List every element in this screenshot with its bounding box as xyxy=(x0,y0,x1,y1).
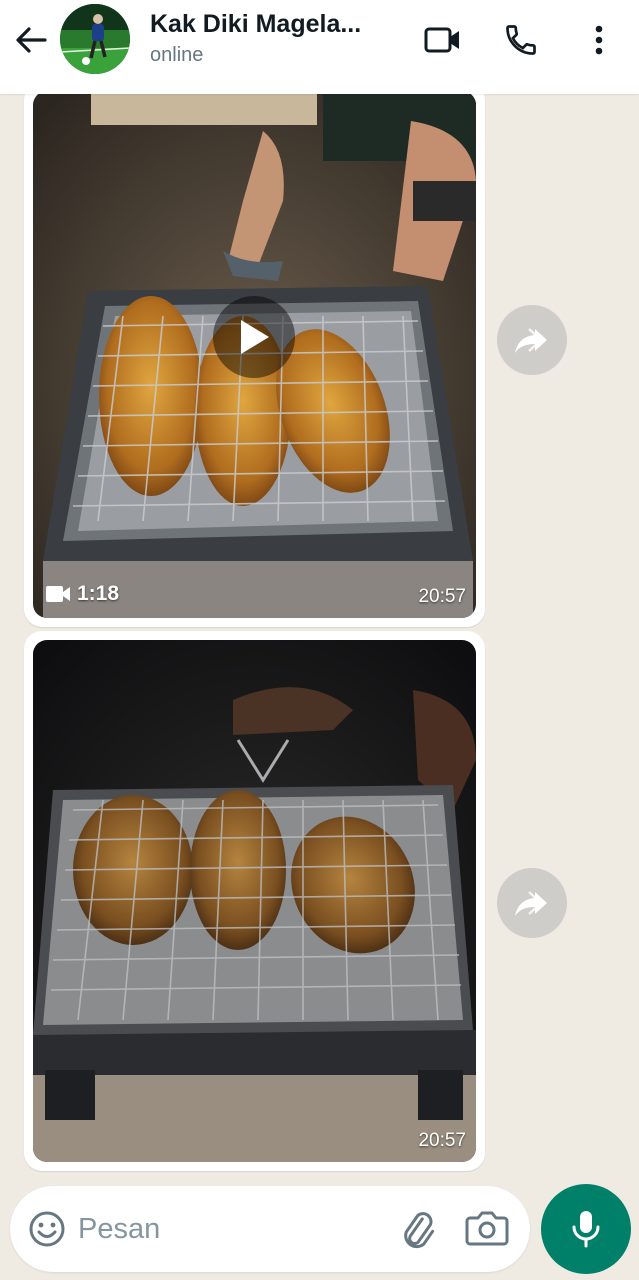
microphone-icon xyxy=(572,1211,600,1248)
video-camera-icon xyxy=(424,27,459,53)
voice-call-button[interactable] xyxy=(500,20,542,60)
more-vertical-icon xyxy=(595,25,603,55)
message-composer xyxy=(10,1186,530,1272)
video-duration: 1:18 xyxy=(45,582,119,606)
contact-avatar[interactable] xyxy=(60,4,130,74)
message-time: 20:57 xyxy=(418,586,466,607)
contact-status: online xyxy=(150,44,204,66)
video-message[interactable]: 1:18 20:57 xyxy=(24,94,485,627)
chat-header: Kak Diki Magela... online xyxy=(0,0,639,94)
voice-message-button[interactable] xyxy=(541,1184,631,1274)
message-time: 20:57 xyxy=(418,1130,466,1151)
camera-button[interactable] xyxy=(465,1208,509,1250)
back-button[interactable] xyxy=(12,22,50,58)
camera-icon xyxy=(465,1211,509,1246)
video-thumbnail[interactable]: 1:18 20:57 xyxy=(33,94,476,618)
forward-icon xyxy=(515,891,547,916)
image-message[interactable]: 20:57 xyxy=(24,631,485,1171)
paperclip-icon xyxy=(404,1212,435,1249)
more-options-button[interactable] xyxy=(578,20,620,60)
chat-area[interactable]: 1:18 20:57 20:57 xyxy=(0,94,639,1180)
contact-info[interactable]: Kak Diki Magela... online xyxy=(150,10,400,67)
emoji-button[interactable] xyxy=(28,1210,66,1248)
message-input[interactable] xyxy=(78,1206,378,1252)
play-button[interactable] xyxy=(213,296,295,378)
play-icon xyxy=(241,320,269,354)
forward-button[interactable] xyxy=(497,868,567,938)
forward-button[interactable] xyxy=(497,305,567,375)
contact-name: Kak Diki Magela... xyxy=(150,10,362,38)
duration-text: 1:18 xyxy=(77,582,120,605)
arrow-left-icon xyxy=(16,27,47,53)
forward-icon xyxy=(515,328,547,353)
video-camera-icon xyxy=(46,586,70,602)
emoji-icon xyxy=(29,1211,65,1247)
attach-button[interactable] xyxy=(396,1208,438,1250)
phone-icon xyxy=(506,25,536,55)
video-call-button[interactable] xyxy=(422,20,464,60)
image-thumbnail[interactable]: 20:57 xyxy=(33,640,476,1162)
